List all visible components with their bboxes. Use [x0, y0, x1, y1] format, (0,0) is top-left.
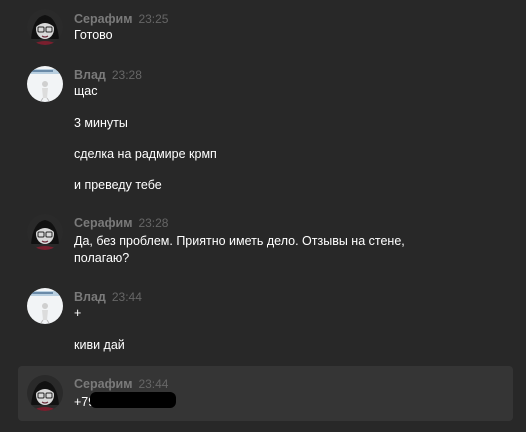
author-name[interactable]: Серафим — [74, 377, 132, 391]
message-time: 23:28 — [138, 216, 169, 230]
message-text: полагаю? — [74, 251, 130, 265]
message-text: сделка на радмире крмп — [74, 147, 217, 161]
avatar-vlad[interactable] — [27, 66, 63, 102]
author-name[interactable]: Влад — [74, 290, 106, 304]
message-text: 3 минуты — [74, 116, 128, 130]
author-name[interactable]: Влад — [74, 68, 106, 82]
message-time: 23:44 — [138, 377, 169, 391]
message-time: 23:44 — [111, 290, 142, 304]
message-text: и преведу тебе — [74, 178, 162, 192]
message-text: Да, без проблем. Приятно иметь дело. Отз… — [74, 234, 405, 248]
avatar-vlad[interactable] — [27, 288, 63, 324]
message-text: киви дай — [74, 338, 125, 352]
avatar-serafim[interactable] — [27, 214, 63, 250]
author-name[interactable]: Серафим — [74, 12, 132, 26]
author-line: Влад 23:28 — [74, 67, 142, 83]
message-text: + — [74, 306, 82, 320]
redaction-mark — [90, 392, 176, 408]
message-text: щас — [74, 84, 98, 98]
message-time: 23:25 — [138, 12, 169, 26]
message-text: Готово — [74, 28, 113, 42]
author-name[interactable]: Серафим — [74, 216, 132, 230]
author-line: Серафим 23:44 — [74, 376, 168, 392]
message-time: 23:28 — [111, 68, 142, 82]
author-line: Серафим 23:28 — [74, 215, 168, 231]
avatar-serafim[interactable] — [27, 375, 63, 411]
author-line: Влад 23:44 — [74, 289, 142, 305]
chat-log: Серафим 23:25 Готово Влад 23:28 щас 3 мину… — [0, 0, 526, 432]
avatar-serafim[interactable] — [27, 9, 63, 45]
author-line: Серафим 23:25 — [74, 11, 168, 27]
